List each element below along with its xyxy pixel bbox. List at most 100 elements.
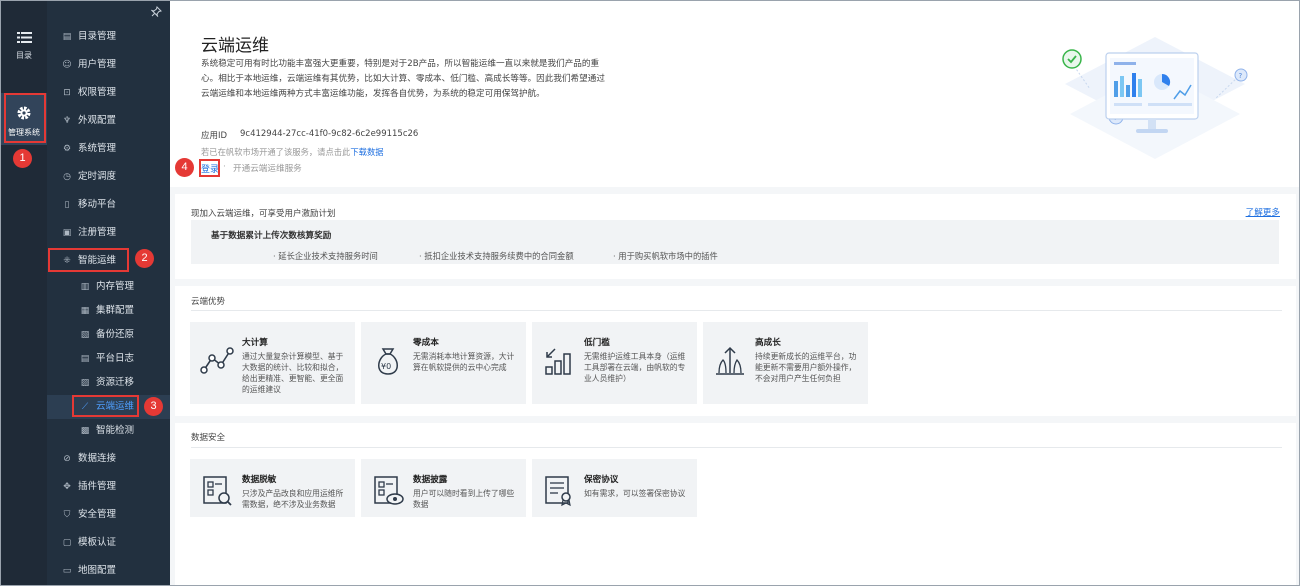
nav-item-permission-management[interactable]: ⊡ 权限管理 xyxy=(47,81,170,105)
nav-label: 内存管理 xyxy=(96,281,135,292)
open-service-link[interactable]: 开通云端运维服务 xyxy=(233,162,302,174)
advantage-desc: 持续更新成长的运维平台，功能更新不需要用户额外操作，不会对用户产生任何负担 xyxy=(755,352,857,383)
advantage-desc: 通过大量复杂计算模型、基于大数据的统计、比较和拟合，给出更精准、更智能、更全面的… xyxy=(242,352,344,394)
advantage-title: 零成本 xyxy=(413,338,439,348)
growth-icon xyxy=(716,346,744,375)
app-id-label: 应用ID xyxy=(201,131,228,141)
download-data-link[interactable]: 下载数据 xyxy=(350,147,383,157)
advantage-card-zero-cost: ¥0 零成本 无需消耗本地计算资源，大计算在帆软提供的云中心完成 xyxy=(361,322,526,404)
nav-item-catalog-management[interactable]: ▤ 目录管理 xyxy=(47,25,170,49)
nav-item-appearance[interactable]: ♆ 外观配置 xyxy=(47,109,170,133)
certificate-icon: ▢ xyxy=(62,538,72,548)
nav-label: 安全管理 xyxy=(78,509,117,520)
nav-item-security-management[interactable]: ⛉ 安全管理 xyxy=(47,503,170,527)
nav-label: 用户管理 xyxy=(78,59,117,70)
svg-text:?: ? xyxy=(1239,72,1243,80)
nav-sidebar: ▤ 目录管理 ☺ 用户管理 ⊡ 权限管理 ♆ 外观配置 ⚙ 系统管理 ◷ 定时调度 ▯ 移动平… xyxy=(47,1,170,585)
nav-item-registration[interactable]: ▣ 注册管理 xyxy=(47,221,170,245)
nav-item-map-config[interactable]: ▭ 地图配置 xyxy=(47,559,170,583)
security-card-title: 数据披露 xyxy=(413,475,448,485)
log-icon: ▤ xyxy=(80,354,90,364)
step-badge-4: 4 xyxy=(175,158,194,177)
nav-label: 地图配置 xyxy=(78,565,117,576)
nav-item-scheduling[interactable]: ◷ 定时调度 xyxy=(47,165,170,189)
nav-label: 外观配置 xyxy=(78,115,117,126)
nav-sub-cluster[interactable]: ▦ 集群配置 xyxy=(47,299,170,323)
nav-label: 目录管理 xyxy=(78,31,117,42)
security-card-agreement: 保密协议 如有需求，可以签署保密协议 xyxy=(532,459,697,517)
rail-label-catalog: 目录 xyxy=(16,51,32,60)
divider xyxy=(191,447,1282,448)
pin-icon[interactable] xyxy=(150,6,162,20)
cluster-icon: ▦ xyxy=(80,306,90,316)
separator: · xyxy=(223,162,226,172)
analytics-nodes-icon xyxy=(200,347,234,374)
app-id-value: 9c412944-27cc-41f0-9c82-6c2e99115c26 xyxy=(240,129,419,139)
link-icon: ⊘ xyxy=(63,454,71,464)
nav-label: 移动平台 xyxy=(78,199,117,210)
hero-panel: 云端运维 系统稳定可用有时比功能丰富强大更重要，特别是对于2B产品，所以智能运维… xyxy=(170,1,1299,187)
rail-item-management[interactable]: 管理系统 xyxy=(1,93,47,145)
nav-label: 模板认证 xyxy=(78,537,117,548)
advantage-card-compute: 大计算 通过大量复杂计算模型、基于大数据的统计、比较和拟合，给出更精准、更智能、… xyxy=(190,322,355,404)
lock-icon: ⊡ xyxy=(63,88,71,98)
gear-icon xyxy=(1,105,47,124)
step-badge-2: 2 xyxy=(135,249,154,268)
shield-icon: ⛉ xyxy=(63,510,71,520)
detect-icon: ▩ xyxy=(80,426,90,436)
low-threshold-icon xyxy=(545,348,571,375)
incentive-section: 现加入云端运维，可享受用户激励计划 了解更多 基于数据累计上传次数核算奖励 · … xyxy=(175,194,1296,279)
security-card-desc: 用户可以随时看到上传了哪些数据 xyxy=(413,489,515,509)
rail-item-catalog[interactable]: 目录 xyxy=(1,31,47,67)
register-icon: ▣ xyxy=(62,228,72,238)
advantage-desc: 无需维护运维工具本身（运维工具部署在云端，由帆软的专业人员维护） xyxy=(584,352,686,383)
advantage-title: 大计算 xyxy=(242,338,268,348)
advantage-card-low-threshold: 低门槛 无需维护运维工具本身（运维工具部署在云端，由帆软的专业人员维护） xyxy=(532,322,697,404)
page-title: 云端运维 xyxy=(201,36,269,56)
nav-label: 云端运维 xyxy=(96,401,135,412)
download-hint: 若已在帆软市场开通了该服务，请点击此下载数据 xyxy=(201,146,384,158)
nav-item-data-connection[interactable]: ⊘ 数据连接 xyxy=(47,447,170,471)
nav-item-plugin-management[interactable]: ✥ 插件管理 xyxy=(47,475,170,499)
nav-sub-memory[interactable]: ▥ 内存管理 xyxy=(47,275,170,299)
main-content: 云端运维 系统稳定可用有时比功能丰富强大更重要，特别是对于2B产品，所以智能运维… xyxy=(170,1,1299,585)
advantages-title: 云端优势 xyxy=(191,297,226,307)
nav-label: 平台日志 xyxy=(96,353,135,364)
rail-label-management: 管理系统 xyxy=(8,128,40,137)
incentive-bonus-box: 基于数据累计上传次数核算奖励 · 延长企业技术支持服务时间 · 抵扣企业技术支持… xyxy=(191,220,1279,264)
clock-icon: ◷ xyxy=(63,172,71,182)
folder-icon: ▤ xyxy=(62,32,72,42)
login-link[interactable]: 登录 xyxy=(201,162,219,175)
nav-label: 智能运维 xyxy=(78,255,117,266)
nav-label: 系统管理 xyxy=(78,143,117,154)
nav-sub-backup[interactable]: ▧ 备份还原 xyxy=(47,323,170,347)
hint-text: 若已在帆软市场开通了该服务，请点击此 xyxy=(201,147,351,157)
step-badge-1: 1 xyxy=(13,149,32,168)
paint-icon: ♆ xyxy=(62,116,72,126)
advantage-desc: 无需消耗本地计算资源，大计算在帆软提供的云中心完成 xyxy=(413,352,515,372)
step-badge-3: 3 xyxy=(144,397,163,416)
left-rail: 目录 管理系统 xyxy=(1,1,47,585)
nav-item-system-management[interactable]: ⚙ 系统管理 xyxy=(47,137,170,161)
incentive-title: 现加入云端运维，可享受用户激励计划 xyxy=(191,209,336,219)
agreement-icon xyxy=(545,476,571,507)
nav-sub-platform-log[interactable]: ▤ 平台日志 xyxy=(47,347,170,371)
security-card-title: 数据脱敏 xyxy=(242,475,277,485)
nav-label: 集群配置 xyxy=(96,305,135,316)
security-card-title: 保密协议 xyxy=(584,475,619,485)
security-card-disclosure: 数据披露 用户可以随时看到上传了哪些数据 xyxy=(361,459,526,517)
nav-item-template-certification[interactable]: ▢ 模板认证 xyxy=(47,531,170,555)
nav-item-mobile-platform[interactable]: ▯ 移动平台 xyxy=(47,193,170,217)
list-icon xyxy=(1,31,47,47)
migrate-icon: ▨ xyxy=(80,378,90,388)
mobile-icon: ▯ xyxy=(64,200,70,210)
settings-icon: ⚙ xyxy=(62,144,72,154)
plugin-icon: ✥ xyxy=(63,482,71,492)
learn-more-link[interactable]: 了解更多 xyxy=(1246,206,1280,218)
bonus-item: · 抵扣企业技术支持服务续费中的合同金额 xyxy=(419,251,574,261)
nav-item-user-management[interactable]: ☺ 用户管理 xyxy=(47,53,170,77)
map-icon: ▭ xyxy=(62,566,72,576)
nav-sub-smart-detect[interactable]: ▩ 智能检测 xyxy=(47,419,170,443)
nav-sub-migration[interactable]: ▨ 资源迁移 xyxy=(47,371,170,395)
cloud-ops-illustration-icon: ? ? xyxy=(1062,37,1248,159)
